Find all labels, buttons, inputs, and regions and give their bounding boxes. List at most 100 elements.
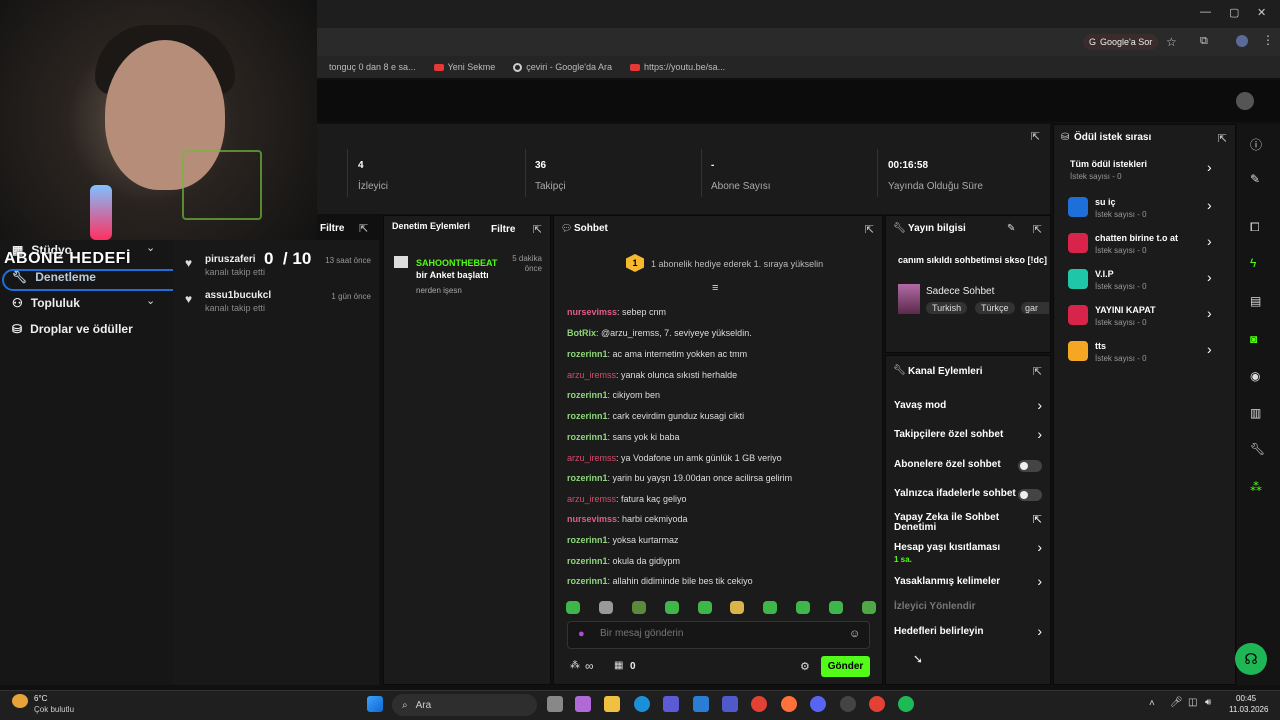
filter-button[interactable]: Filtre [320,223,344,234]
chat-username[interactable]: BotRix [567,328,596,338]
discord-icon[interactable] [810,696,826,712]
toggle-switch[interactable] [1018,489,1042,501]
chevron-right-icon[interactable]: › [1207,269,1212,285]
sidebar-item-drops[interactable]: ⛁ Droplar ve ödüller [12,322,133,336]
copilot-icon[interactable] [575,696,591,712]
chat-username[interactable]: rozerinn1 [567,556,608,566]
chat-username[interactable]: nursevimss [567,514,617,524]
windows-start-icon[interactable] [367,696,383,712]
bookmark-star-icon[interactable]: ☆ [1166,35,1177,49]
external-link-icon[interactable]: ⇱ [1033,513,1042,526]
chevron-down-icon[interactable]: ⌄ [146,294,155,307]
emote-icon[interactable] [763,601,778,614]
taskbar-search[interactable]: ⌕ Ara [392,694,537,716]
microphone-icon[interactable]: 🎤︎ [1170,697,1183,708]
emote-icon[interactable] [664,601,679,614]
chevron-down-icon[interactable]: ⌄ [146,241,155,254]
mail-icon[interactable] [693,696,709,712]
lightning-icon[interactable]: ϟ [1250,256,1256,270]
edit-icon[interactable]: ✎ [1250,172,1260,186]
follower-name[interactable]: piruszaferi [205,254,256,265]
layout-icon[interactable]: ▥ [1250,406,1261,420]
emote-icon[interactable] [697,601,712,614]
chat-username[interactable]: arzu_iremss [567,494,616,504]
chrome-icon[interactable] [869,696,885,712]
profile-icon[interactable] [1236,35,1248,47]
tag-badge[interactable]: Türkçe [975,302,1015,314]
channel-action-row[interactable]: İzleyici Yönlendir [894,601,1044,612]
sidebar-item-moderation[interactable]: 🔧︎ Denetleme [12,270,96,284]
chrome-icon[interactable] [751,696,767,712]
weather-icon[interactable] [12,694,28,708]
tag-badge[interactable]: Turkish [926,302,968,314]
chat-username[interactable]: rozerinn1 [567,432,608,442]
clock-time[interactable]: 00:45 [1236,694,1256,703]
reward-item[interactable]: V.I.P İstek sayısı - 0 › [1068,269,1238,297]
minimize-button[interactable]: — [1200,6,1211,18]
extensions-icon[interactable]: ⧉ [1200,35,1208,48]
microphone-icon[interactable]: ● [578,628,585,640]
spotify-icon[interactable] [898,696,914,712]
teams-icon[interactable] [722,696,738,712]
reward-item[interactable]: YAYINI KAPAT İstek sayısı - 0 › [1068,305,1238,333]
reward-item[interactable]: chatten birine t.o at İstek sayısı - 0 › [1068,233,1238,261]
emote-icon[interactable] [631,601,646,614]
popout-icon[interactable]: ⇱ [1031,130,1040,143]
channel-action-row[interactable]: Yavaş mod [894,400,1044,411]
close-button[interactable]: ✕ [1257,6,1266,19]
reward-item[interactable]: su iç İstek sayısı - 0 › [1068,197,1238,225]
filter-button[interactable]: Filtre [491,224,515,235]
channel-action-row[interactable]: Hedefleri belirleyin [894,626,1044,637]
help-button[interactable]: ☊ [1235,643,1267,675]
edit-icon[interactable]: ✎ [1007,223,1015,234]
edge-icon[interactable] [634,696,650,712]
stream-category[interactable]: Sadece Sohbet [926,286,994,297]
chevron-right-icon[interactable]: › [1207,305,1212,321]
bookmark-item[interactable]: https://youtu.be/sa... [630,62,725,72]
network-icon[interactable]: ◫ [1188,697,1197,708]
chevron-right-icon[interactable]: › [1207,159,1212,175]
chat-bubble-icon[interactable]: ◙ [1250,332,1257,346]
broadcast-icon[interactable]: ◉ [1250,369,1260,383]
bookmark-item[interactable]: tonguç 0 dan 8 e sa... [329,62,416,72]
channel-action-row[interactable]: Takipçilere özel sohbet [894,429,1044,440]
tag-badge[interactable]: gar [1021,302,1049,314]
bookmark-item[interactable]: çeviri - Google'da Ara [513,62,612,72]
chevron-up-icon[interactable]: ˄ [1149,698,1155,709]
chevron-right-icon[interactable]: › [1037,623,1042,639]
popout-icon[interactable]: ⇱ [1033,223,1042,236]
emote-icon[interactable] [796,601,811,614]
channel-action-row[interactable]: Hesap yaşı kısıtlaması 1 sa. [894,542,1044,564]
document-icon[interactable]: ▤ [1250,294,1261,308]
gear-icon[interactable]: ⚙ [800,660,810,673]
avatar[interactable] [1236,92,1254,110]
volume-icon[interactable]: 🔊︎ [1205,697,1211,708]
wrench-icon[interactable]: 🔧︎ [1250,442,1265,456]
chat-username[interactable]: rozerinn1 [567,473,608,483]
popout-icon[interactable]: ⇱ [1218,132,1227,145]
screenshot-icon[interactable]: ⧠ [1250,220,1260,235]
chat-username[interactable]: rozerinn1 [567,535,608,545]
chevron-right-icon[interactable]: › [1037,573,1042,589]
emote-icon[interactable] [566,601,580,614]
channel-action-row[interactable]: Yapay Zeka ile Sohbet Denetimi [894,513,1044,533]
mod-action-user[interactable]: SAHOONTHEBEAT [416,258,497,268]
task-view-icon[interactable] [547,696,563,712]
emote-icon[interactable] [861,601,876,614]
popout-icon[interactable]: ⇱ [1033,365,1042,378]
chevron-right-icon[interactable]: › [1037,426,1042,442]
emote-icon[interactable] [598,601,613,614]
chevron-right-icon[interactable]: › [1037,397,1042,413]
chat-input[interactable]: ● ☺ [567,621,870,649]
store-icon[interactable]: ▦ [614,660,623,671]
points-icon[interactable]: ⁂ [570,660,580,671]
menu-icon[interactable]: ⋮ [1262,33,1274,47]
chat-username[interactable]: rozerinn1 [567,390,608,400]
popout-icon[interactable]: ⇱ [533,223,542,236]
chevron-right-icon[interactable]: › [1037,539,1042,555]
chat-username[interactable]: arzu_iremss [567,370,616,380]
chat-username[interactable]: nursevimss [567,307,617,317]
file-explorer-icon[interactable] [604,696,620,712]
obs-icon[interactable] [840,696,856,712]
maximize-button[interactable]: ▢ [1229,6,1239,19]
